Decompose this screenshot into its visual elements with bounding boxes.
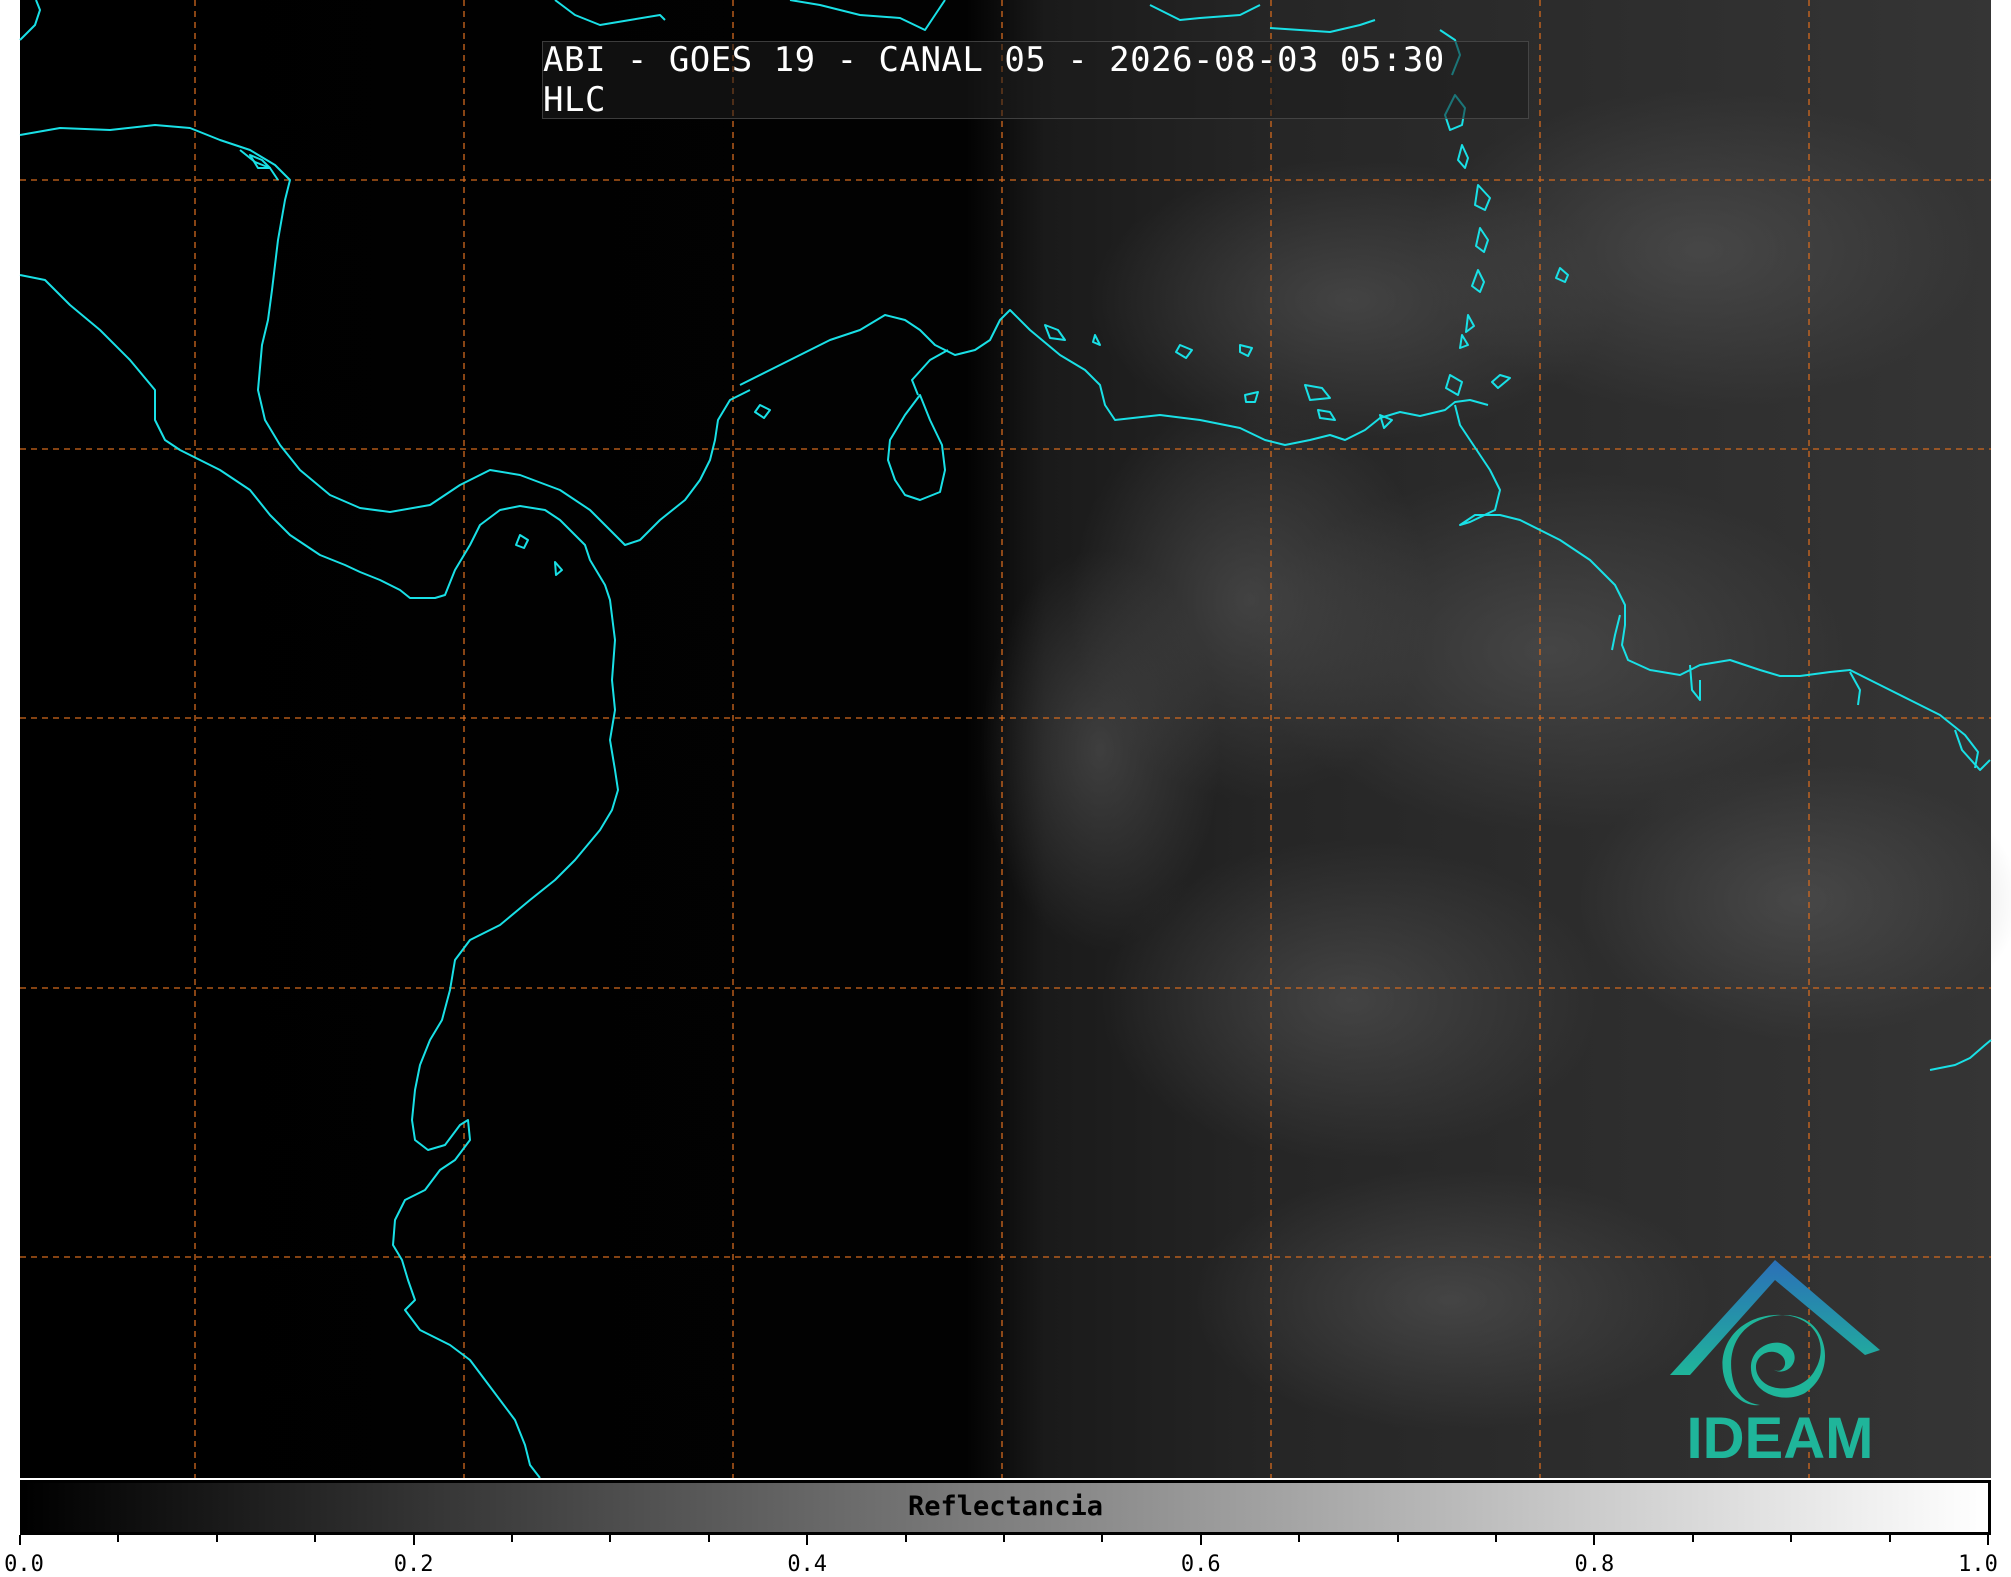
colorbar-minor-tick (1691, 1535, 1694, 1542)
map-title: ABI - GOES 19 - CANAL 05 - 2026-08-03 05… (542, 40, 1529, 120)
colorbar-minor-tick (1199, 1535, 1202, 1545)
colorbar-minor-tick (412, 1535, 415, 1545)
colorbar-minor-tick (1987, 1535, 1989, 1545)
colorbar-minor-tick (806, 1535, 809, 1545)
colorbar-minor-tick (511, 1535, 513, 1542)
colorbar-minor-tick (117, 1535, 120, 1542)
colorbar-minor-tick (1790, 1535, 1793, 1542)
colorbar-tick-label: 1.0 (1958, 1552, 1998, 1577)
logo-text: IDEAM (1686, 1406, 1874, 1471)
colorbar-minor-tick (1888, 1535, 1891, 1542)
colorbar-minor-tick (314, 1535, 317, 1542)
colorbar-label: Reflectancia (907, 1491, 1104, 1522)
colorbar-minor-tick (215, 1535, 218, 1542)
colorbar-minor-tick (1003, 1535, 1005, 1542)
colorbar-minor-tick (1298, 1535, 1301, 1542)
colorbar-minor-tick (1396, 1535, 1399, 1542)
colorbar-tick-label: 0.8 (1574, 1552, 1615, 1577)
colorbar-minor-tick (904, 1535, 907, 1542)
colorbar-minor-tick (707, 1535, 710, 1542)
colorbar-tick-label: 0.2 (393, 1552, 434, 1577)
colorbar-tick-label: 0.6 (1180, 1552, 1221, 1577)
colorbar-minor-tick (19, 1535, 21, 1545)
colorbar-minor-tick (609, 1535, 612, 1542)
colorbar: Reflectancia (20, 1480, 1991, 1535)
colorbar-minor-tick (1593, 1535, 1596, 1545)
colorbar-minor-tick (1101, 1535, 1104, 1542)
colorbar-tick-label: 0.0 (4, 1552, 44, 1577)
colorbar-minor-tick (1495, 1535, 1497, 1542)
left-margin (0, 0, 20, 1478)
right-margin (1991, 0, 2011, 1478)
colorbar-tick-label: 0.4 (787, 1552, 828, 1577)
